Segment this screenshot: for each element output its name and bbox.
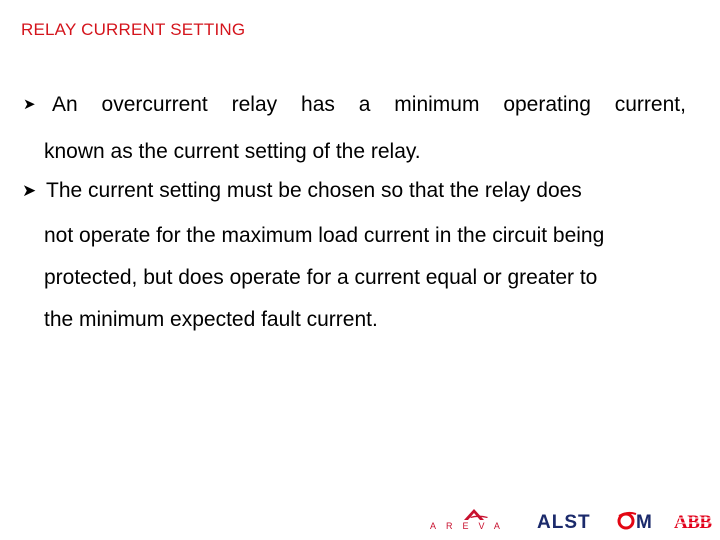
abb-wordmark-icon: ABB (674, 512, 714, 533)
abb-logo: ABB (674, 511, 714, 536)
svg-text:ABB: ABB (674, 512, 712, 531)
bullet-2-line-3: protected, but does operate for a curren… (44, 266, 598, 289)
svg-text:ALST: ALST (537, 512, 591, 531)
slide-title: RELAY CURRENT SETTING (21, 20, 246, 39)
svg-text:M: M (636, 512, 652, 531)
word: has (301, 93, 335, 116)
bullet-1-line-2: known as the current setting of the rela… (44, 140, 421, 163)
areva-a-mark-icon: AREVA (430, 509, 510, 531)
arrowhead-bullet-icon: ➤ (23, 96, 36, 113)
word: current, (614, 93, 686, 116)
word: An (52, 93, 78, 116)
alstom-logo: ALST M (537, 511, 661, 536)
areva-wordmark: AREVA (430, 521, 510, 530)
bullet-2-line-2: not operate for the maximum load current… (44, 224, 605, 247)
bullet-1-line-1: An overcurrent relay has a minimum opera… (52, 93, 686, 117)
word: overcurrent (101, 93, 208, 116)
areva-logo: AREVA (428, 508, 520, 531)
arrowhead-bullet-icon: ➤ (22, 181, 37, 200)
word: minimum (394, 93, 480, 116)
bullet-2-line-1: The current setting must be chosen so th… (46, 179, 582, 202)
word: relay (231, 93, 278, 116)
bullet-2-line-4: the minimum expected fault current. (44, 308, 378, 331)
word: a (358, 93, 371, 116)
alstom-wordmark-icon: ALST M (537, 511, 652, 533)
word: operating (503, 93, 591, 116)
